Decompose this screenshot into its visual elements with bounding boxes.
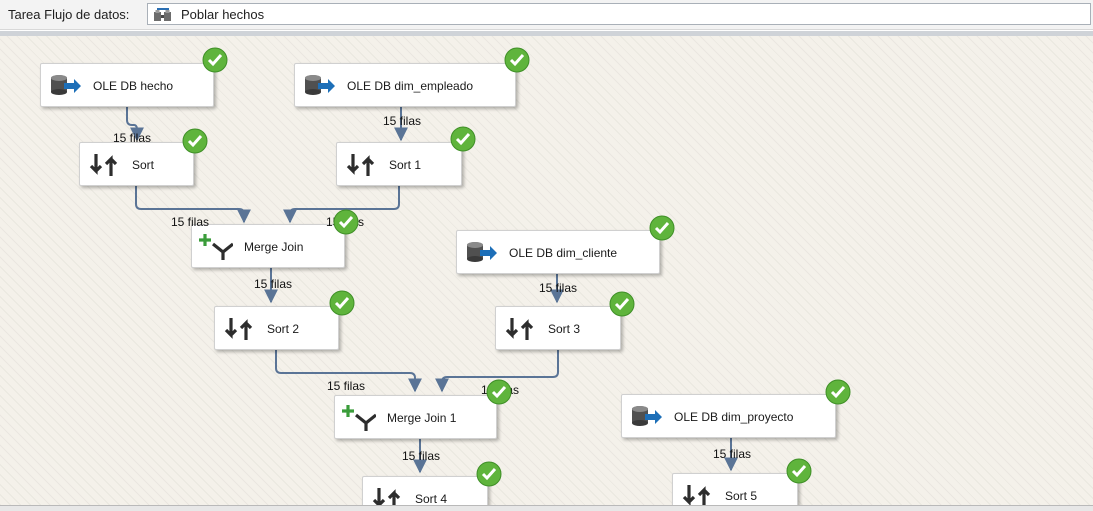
success-check-icon xyxy=(202,47,228,73)
row-count-label: 15 filas xyxy=(171,215,210,229)
component-sort-2[interactable]: Sort 2 xyxy=(214,306,339,350)
component-merge-join-1[interactable]: Merge Join 1 xyxy=(334,395,497,439)
sort-icon xyxy=(224,318,253,340)
component-sort[interactable]: Sort xyxy=(79,142,194,186)
component-label: Sort 3 xyxy=(548,322,581,336)
success-check-icon xyxy=(786,458,812,484)
component-label: OLE DB dim_empleado xyxy=(347,79,474,93)
task-label: Tarea Flujo de datos: xyxy=(8,7,130,22)
sort-icon xyxy=(346,154,375,176)
component-sort-1[interactable]: Sort 1 xyxy=(336,142,462,186)
component-label: Sort 4 xyxy=(415,492,448,505)
component-sort-4[interactable]: Sort 4 xyxy=(362,476,488,505)
success-check-icon xyxy=(329,290,355,316)
success-check-icon xyxy=(476,461,502,487)
task-name: Poblar hechos xyxy=(181,7,265,22)
row-count-label: 15 filas xyxy=(402,449,441,463)
component-label: Sort xyxy=(132,158,155,172)
sort-icon xyxy=(89,154,118,176)
success-check-icon xyxy=(504,47,530,73)
component-ole-db-hecho[interactable]: OLE DB hecho xyxy=(40,63,214,107)
component-label: OLE DB dim_proyecto xyxy=(674,410,794,424)
task-bar: Tarea Flujo de datos: Poblar hechos xyxy=(0,0,1093,30)
merge-join-icon xyxy=(199,234,233,260)
success-check-icon xyxy=(182,128,208,154)
component-sort-3[interactable]: Sort 3 xyxy=(495,306,621,350)
ole-db-source-icon xyxy=(467,242,497,262)
component-sort-5[interactable]: Sort 5 xyxy=(672,473,798,505)
row-count-label: 15 filas xyxy=(113,131,152,145)
success-check-icon xyxy=(609,291,635,317)
row-count-label: 15 filas xyxy=(713,447,752,461)
component-merge-join[interactable]: Merge Join xyxy=(191,224,345,268)
component-ole-db-dim-empleado[interactable]: OLE DB dim_empleado xyxy=(294,63,516,107)
row-count-label: 15 filas xyxy=(254,277,293,291)
component-label: Sort 5 xyxy=(725,489,758,503)
merge-join-icon xyxy=(342,405,376,431)
success-check-icon xyxy=(486,379,512,405)
ole-db-source-icon xyxy=(632,406,662,426)
ole-db-source-icon xyxy=(305,75,335,95)
data-flow-canvas[interactable]: OLE DB hecho OLE DB dim_empleado Sort So… xyxy=(0,36,1093,505)
component-label: Merge Join xyxy=(244,240,304,254)
data-flow-icon xyxy=(154,8,171,21)
row-count-label: 15 filas xyxy=(327,379,366,393)
sort-icon xyxy=(505,318,534,340)
component-ole-db-dim-cliente[interactable]: OLE DB dim_cliente xyxy=(456,230,660,274)
data-flow-task-selector[interactable]: Poblar hechos xyxy=(147,3,1091,25)
component-ole-db-dim-proyecto[interactable]: OLE DB dim_proyecto xyxy=(621,394,836,438)
component-label: Sort 1 xyxy=(389,158,422,172)
horizontal-scrollbar[interactable] xyxy=(0,505,1093,511)
success-check-icon xyxy=(333,209,359,235)
sort-icon xyxy=(682,485,711,505)
success-check-icon xyxy=(450,126,476,152)
success-check-icon xyxy=(649,215,675,241)
component-label: Merge Join 1 xyxy=(387,411,457,425)
sort-icon xyxy=(372,488,401,505)
success-check-icon xyxy=(825,379,851,405)
row-count-label: 15 filas xyxy=(383,114,422,128)
row-count-label: 15 filas xyxy=(539,281,578,295)
component-label: OLE DB dim_cliente xyxy=(509,246,618,260)
ole-db-source-icon xyxy=(51,75,81,95)
component-label: Sort 2 xyxy=(267,322,300,336)
component-label: OLE DB hecho xyxy=(93,79,174,93)
